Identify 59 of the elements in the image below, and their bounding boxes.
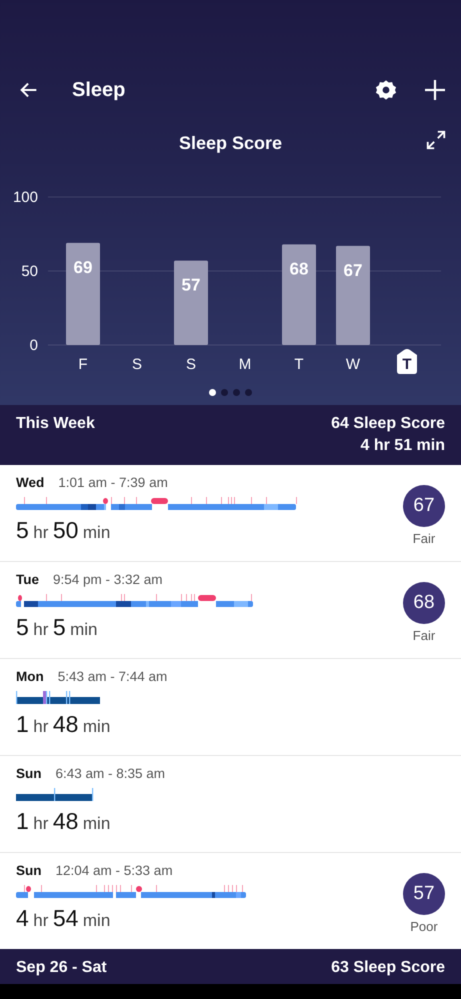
page-indicator-dot[interactable] [233, 389, 240, 396]
duration-text: 1 hr 48 min [16, 808, 112, 835]
today-marker [397, 349, 417, 374]
day-label: Sun [16, 863, 42, 878]
duration-text: 4 hr 54 min [16, 905, 112, 932]
score-rating: Poor [410, 918, 438, 934]
score-bar[interactable] [336, 246, 370, 345]
duration-text: 5 hr 50 min [16, 517, 112, 544]
expand-icon[interactable] [425, 129, 447, 151]
page-indicator-dot[interactable] [245, 389, 252, 396]
day-label: Wed [16, 475, 44, 490]
settings-icon[interactable] [375, 79, 397, 101]
chart-title: Sleep Score [178, 132, 282, 154]
week-label: This Week [16, 415, 95, 434]
score-badge: 57 [403, 872, 445, 914]
page-indicator-dot[interactable] [209, 389, 216, 396]
axis-label[interactable]: S [132, 356, 142, 373]
time-range: 5:43 am - 7:44 am [58, 669, 168, 684]
score-bar[interactable] [174, 260, 208, 345]
score-bar[interactable] [66, 242, 100, 345]
axis-label[interactable]: F [78, 356, 88, 373]
axis-label[interactable]: W [346, 356, 360, 373]
score-badge: 67 [403, 484, 445, 526]
screen-title: Sleep [72, 78, 126, 102]
score-badge: 68 [403, 582, 445, 624]
time-range: 12:04 am - 5:33 am [56, 863, 173, 878]
week-label: Sep 26 - Sat [16, 959, 107, 978]
score-rating: Fair [412, 628, 436, 642]
sleep-log-row[interactable]: Sun 6:43 am - 8:35 am 1 hr 48 min [0, 756, 461, 853]
axis-label[interactable]: T [402, 356, 412, 373]
bar-value: 67 [344, 260, 362, 280]
axis-label: 0 [30, 337, 38, 354]
score-rating: Fair [412, 530, 436, 546]
week-duration: 4 hr 51 min [360, 437, 445, 455]
time-range: 9:54 pm - 3:32 am [53, 572, 163, 587]
bar-value: 68 [290, 259, 308, 278]
sleep-log-row[interactable]: Mon 5:43 am - 7:44 am 1 hr 48 min [0, 659, 461, 756]
time-range: 1:01 am - 7:39 am [58, 475, 168, 490]
sleep-log-row[interactable]: Wed 1:01 am - 7:39 am 5 hr 50 min 67 Fair [0, 465, 461, 562]
axis-label: 100 [12, 189, 38, 206]
duration-text: 1 hr 48 min [16, 711, 112, 738]
week-score: 64 Sleep Score [331, 415, 445, 433]
axis-label[interactable]: M [238, 356, 252, 373]
page-indicator-dot[interactable] [221, 389, 228, 396]
bar-value: 57 [182, 276, 200, 295]
day-label: Tue [16, 572, 39, 587]
score-bar[interactable] [282, 244, 316, 345]
day-label: Sun [16, 766, 42, 781]
time-range: 6:43 am - 8:35 am [56, 766, 166, 781]
axis-label[interactable]: T [294, 356, 304, 373]
duration-text: 5 hr 5 min [16, 614, 98, 641]
week-score: 63 Sleep Score [331, 959, 445, 977]
add-icon[interactable] [423, 78, 447, 102]
day-label: Mon [16, 669, 44, 684]
axis-label[interactable]: S [186, 356, 196, 373]
bar-value: 69 [74, 258, 92, 277]
sleep-log-row[interactable]: Tue 9:54 pm - 3:32 am 5 hr 5 min 68 Fair [0, 562, 461, 659]
axis-label: 50 [21, 263, 38, 280]
sleep-log-row[interactable]: Sun 12:04 am - 5:33 am 4 hr 54 min 57 Poor [0, 853, 461, 949]
